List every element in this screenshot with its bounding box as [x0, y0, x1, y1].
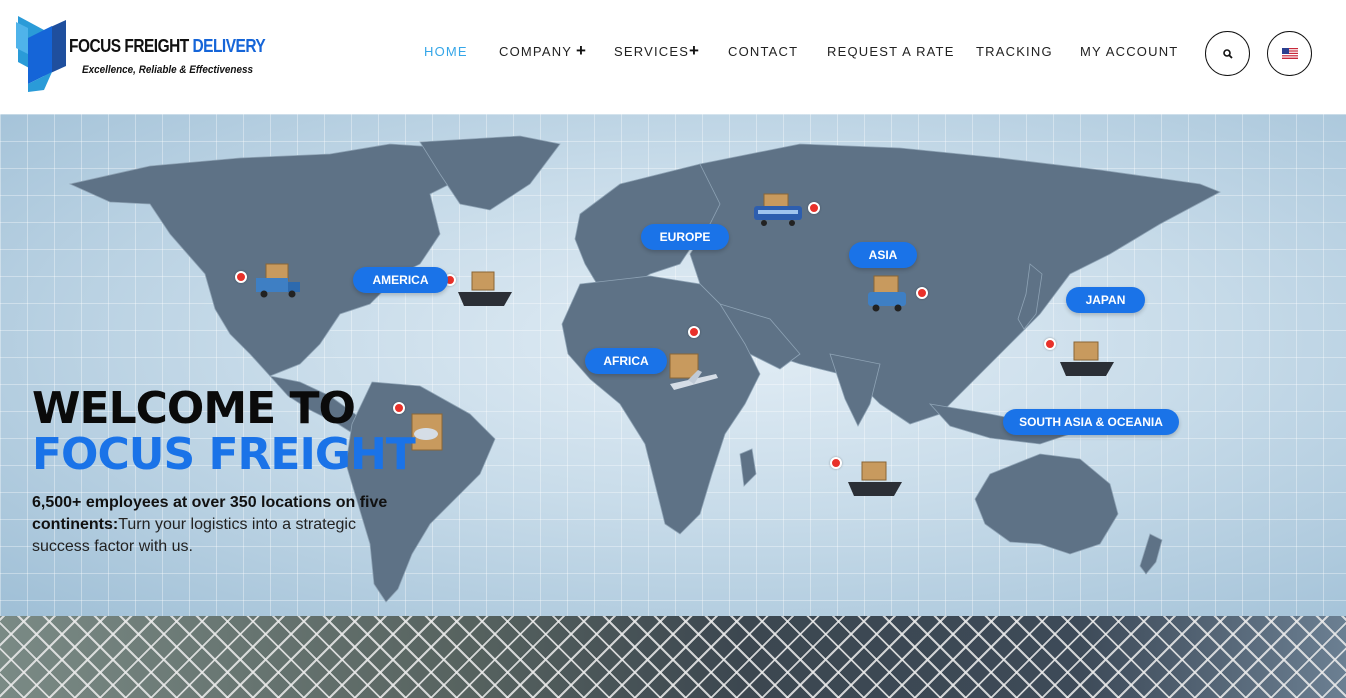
logo-cube-icon — [16, 16, 66, 92]
nav-contact[interactable]: CONTACT — [728, 44, 798, 59]
location-marker[interactable] — [1044, 338, 1056, 350]
cargo-ship-icon — [458, 271, 512, 306]
location-marker[interactable] — [808, 202, 820, 214]
hero-headline: WELCOME TO FOCUS FREIGHT — [32, 383, 416, 480]
nav-services[interactable]: SERVICES — [614, 44, 689, 59]
brand-logo[interactable]: FOCUS FREIGHT DELIVERY Excellence, Relia… — [14, 14, 266, 94]
us-flag-icon — [1281, 48, 1298, 59]
search-icon — [1222, 48, 1233, 59]
fence-image-strip — [0, 616, 1346, 698]
region-europe[interactable]: EUROPE — [641, 224, 729, 250]
region-japan[interactable]: JAPAN — [1066, 287, 1145, 313]
location-marker[interactable] — [916, 287, 928, 299]
region-america[interactable]: AMERICA — [353, 267, 448, 293]
region-south-asia-oceania[interactable]: SOUTH ASIA & OCEANIA — [1003, 409, 1179, 435]
headline-line-2: FOCUS FREIGHT — [32, 429, 416, 480]
search-button[interactable] — [1205, 31, 1250, 76]
headline-line-1: WELCOME TO — [32, 383, 356, 434]
hero-section: AMERICA EUROPE ASIA JAPAN AFRICA SOUTH A… — [0, 114, 1346, 616]
cargo-ship-icon — [848, 461, 902, 496]
train-icon — [754, 193, 802, 226]
hero-subtext: 6,500+ employees at over 350 locations o… — [32, 492, 392, 558]
brand-name-part2: DELIVERY — [192, 36, 266, 56]
location-marker[interactable] — [235, 271, 247, 283]
nav-my-account[interactable]: MY ACCOUNT — [1080, 44, 1178, 59]
nav-tracking[interactable]: TRACKING — [976, 44, 1053, 59]
nav-company[interactable]: COMPANY — [499, 44, 572, 59]
region-africa[interactable]: AFRICA — [585, 348, 667, 374]
region-asia[interactable]: ASIA — [849, 242, 917, 268]
brand-name: FOCUS FREIGHT DELIVERY — [69, 36, 266, 57]
chain-link-fence — [0, 616, 1346, 698]
airplane-icon — [669, 353, 718, 390]
truck-icon — [256, 263, 300, 298]
services-expand-icon[interactable]: + — [689, 41, 699, 61]
language-button[interactable] — [1267, 31, 1312, 76]
nav-home[interactable]: HOME — [424, 44, 468, 59]
cargo-ship-icon — [1060, 341, 1114, 376]
nav-request-a-rate[interactable]: REQUEST A RATE — [827, 44, 955, 59]
company-expand-icon[interactable]: + — [576, 41, 586, 61]
brand-name-part1: FOCUS FREIGHT — [69, 36, 193, 56]
van-icon — [868, 275, 906, 312]
location-marker[interactable] — [688, 326, 700, 338]
site-header: FOCUS FREIGHT DELIVERY Excellence, Relia… — [0, 0, 1346, 114]
location-marker[interactable] — [830, 457, 842, 469]
brand-tagline: Excellence, Reliable & Effectiveness — [82, 64, 253, 76]
